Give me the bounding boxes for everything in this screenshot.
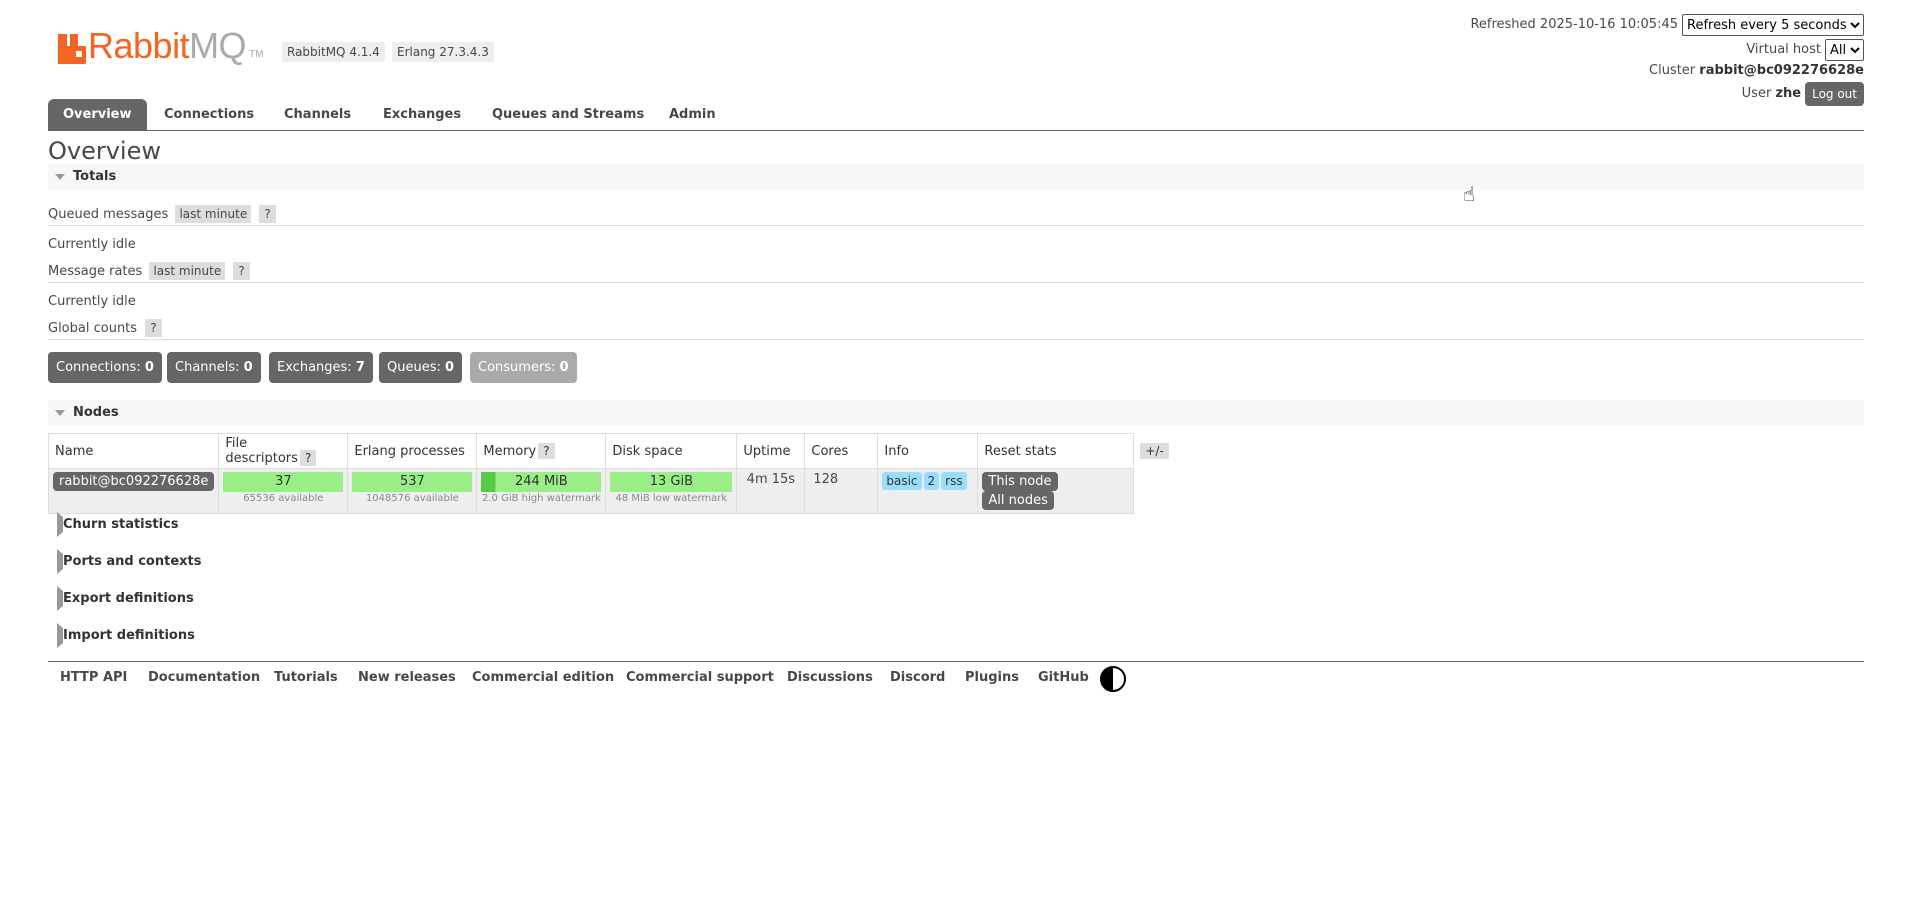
col-file-descriptors[interactable]: File descriptors? [218,433,349,469]
virtual-host-select[interactable]: All [1825,39,1864,61]
cluster-name: rabbit@bc092276628e [1699,63,1864,78]
proc-available: 1048576 available [365,493,459,504]
node-name-link[interactable]: rabbit@bc092276628e [53,472,215,491]
col-reset-stats: Reset stats [977,433,1135,469]
col-disk-space[interactable]: Disk space [605,433,738,469]
logo-wordmark: RabbitMQ [88,25,247,66]
vhost-label: Virtual host [1746,42,1821,57]
reset-this-node-button[interactable]: This node [982,472,1058,491]
proc-cell: 537 1048576 available [347,468,478,514]
rabbitmq-version: RabbitMQ 4.1.4 [282,42,385,62]
footer-link-discord[interactable]: Discord [890,670,945,685]
disk-bar: 13 GiB [610,472,733,492]
info-count-badge[interactable]: 2 [923,472,940,490]
queues-count-button[interactable]: Queues: 0 [379,352,463,383]
footer-link-commercial-edition[interactable]: Commercial edition [472,670,614,685]
queued-idle-text: Currently idle [48,237,136,252]
disk-cell: 13 GiB 48 MiB low watermark [605,468,738,514]
col-erlang-processes[interactable]: Erlang processes [347,433,478,469]
info-rss-badge[interactable]: rss [941,472,967,490]
nodes-section-header[interactable]: Nodes [48,400,1864,426]
consumers-count-button[interactable]: Consumers: 0 [470,352,577,383]
disk-watermark: 48 MiB low watermark [615,493,728,504]
col-name[interactable]: Name [47,433,220,469]
trademark: TM [249,49,264,60]
columns-toggle[interactable]: +/- [1133,433,1174,469]
collapse-triangle-icon [55,173,65,180]
help-icon[interactable]: ? [259,205,276,223]
node-name-cell: rabbit@bc092276628e [47,468,220,514]
footer-link-documentation[interactable]: Documentation [148,670,260,685]
tab-admin[interactable]: Admin [654,99,731,130]
nodes-table: Name File descriptors? Erlang processes … [47,433,1174,514]
page-title: Overview [48,137,161,165]
reset-cell: This node All nodes [977,468,1135,514]
tab-exchanges[interactable]: Exchanges [368,99,476,130]
rates-range-selector[interactable]: last minute [149,262,226,280]
hand-cursor-icon: ☝ [1463,182,1476,206]
col-uptime[interactable]: Uptime [736,433,806,469]
col-info[interactable]: Info [877,433,979,469]
header-info: Refreshed 2025-10-16 10:05:45 Refresh ev… [1470,14,1864,110]
tab-channels[interactable]: Channels [269,99,366,130]
table-row: rabbit@bc092276628e 37 65536 available 5… [47,468,1174,514]
info-basic-badge[interactable]: basic [882,472,922,490]
memory-watermark: 2.0 GiB high watermark [482,493,601,504]
footer-link-http-api[interactable]: HTTP API [60,670,127,685]
import-definitions-section[interactable]: Import definitions [48,623,195,649]
footer-link-commercial-support[interactable]: Commercial support [626,670,774,685]
footer-link-github[interactable]: GitHub [1038,670,1089,685]
footer-link-new-releases[interactable]: New releases [358,670,456,685]
queued-messages-row: Queued messages last minute ? [48,205,276,223]
fd-cell: 37 65536 available [218,468,349,514]
info-cell: basic 2 rss [877,468,979,514]
footer-link-plugins[interactable]: Plugins [965,670,1019,685]
rates-idle-text: Currently idle [48,294,136,309]
rabbitmq-logo[interactable]: RabbitMQ TM [58,24,264,64]
help-icon[interactable]: ? [538,442,555,459]
erlang-version: Erlang 27.3.4.3 [392,42,494,62]
cores-cell: 128 [804,468,879,514]
churn-statistics-section[interactable]: Churn statistics [48,512,179,538]
queued-range-selector[interactable]: last minute [175,205,252,223]
connections-count-button[interactable]: Connections: 0 [48,352,162,383]
exchanges-count-button[interactable]: Exchanges: 7 [269,352,373,383]
global-counts-row: Global counts ? [48,319,162,337]
rabbit-logo-icon [58,34,86,64]
memory-cell: 244 MiB 2.0 GiB high watermark [476,468,607,514]
col-cores[interactable]: Cores [804,433,879,469]
fd-bar: 37 [223,472,344,492]
theme-toggle-icon[interactable] [1100,666,1126,692]
proc-bar: 537 [352,472,473,492]
collapse-triangle-icon [55,409,65,416]
footer-link-discussions[interactable]: Discussions [787,670,873,685]
footer-link-tutorials[interactable]: Tutorials [274,670,338,685]
col-memory[interactable]: Memory? [476,433,607,469]
tab-connections[interactable]: Connections [149,99,269,130]
memory-bar: 244 MiB [481,472,602,492]
uptime-cell: 4m 15s [736,468,806,514]
export-definitions-section[interactable]: Export definitions [48,586,194,612]
footer-links: HTTP API Documentation Tutorials New rel… [48,661,1864,692]
refresh-interval-select[interactable]: Refresh every 5 seconds [1682,14,1864,36]
reset-all-nodes-button[interactable]: All nodes [982,491,1054,510]
channels-count-button[interactable]: Channels: 0 [167,352,261,383]
main-nav-tabs: Overview Connections Channels Exchanges … [48,99,1864,131]
message-rates-row: Message rates last minute ? [48,262,250,280]
refreshed-timestamp: Refreshed 2025-10-16 10:05:45 [1470,17,1678,32]
help-icon[interactable]: ? [233,262,250,280]
tab-overview[interactable]: Overview [48,99,147,130]
ports-and-contexts-section[interactable]: Ports and contexts [48,549,201,575]
cluster-label: Cluster [1649,63,1696,78]
help-icon[interactable]: ? [299,450,317,466]
help-icon[interactable]: ? [145,319,162,337]
tab-queues-and-streams[interactable]: Queues and Streams [477,99,659,130]
totals-section-header[interactable]: Totals [48,164,1864,190]
fd-available: 65536 available [243,493,324,504]
